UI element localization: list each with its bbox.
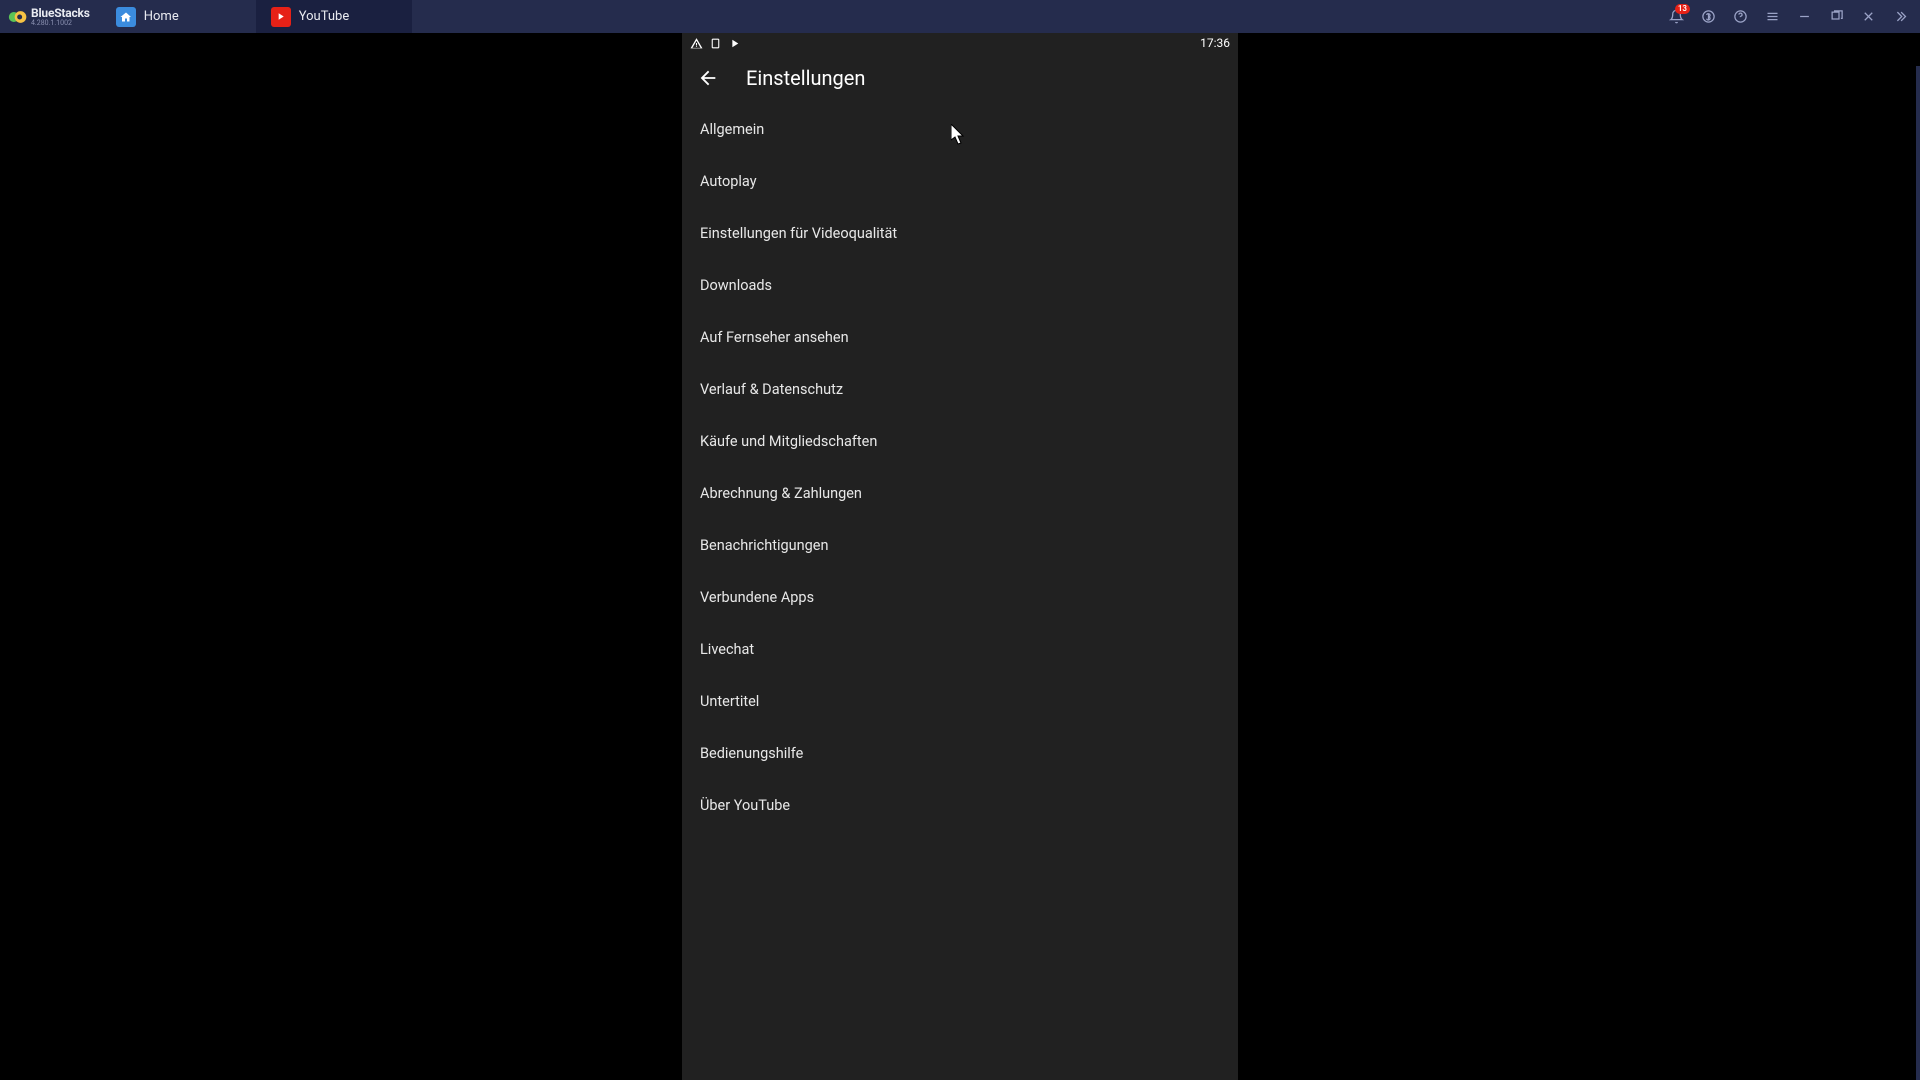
android-viewport: 17:36 Einstellungen Allgemein Autoplay E… (682, 33, 1238, 1080)
arrow-back-icon (697, 67, 719, 89)
titlebar: BlueStacks 4.280.1.1002 Home YouTube (0, 0, 1920, 33)
help-button[interactable] (1724, 1, 1756, 33)
settings-item-livechat[interactable]: Livechat (682, 623, 1238, 675)
storage-icon (709, 37, 722, 50)
status-icons (690, 37, 741, 50)
bluestacks-logo: BlueStacks 4.280.1.1002 (8, 7, 90, 27)
collapsed-sidebar[interactable] (1916, 66, 1920, 1080)
settings-item-downloads[interactable]: Downloads (682, 259, 1238, 311)
settings-list[interactable]: Allgemein Autoplay Einstellungen für Vid… (682, 103, 1238, 1080)
app-header: Einstellungen (682, 53, 1238, 103)
settings-item-history-privacy[interactable]: Verlauf & Datenschutz (682, 363, 1238, 415)
expand-sidebar-button[interactable] (1884, 1, 1916, 33)
maximize-button[interactable] (1820, 1, 1852, 33)
settings-item-notifications[interactable]: Benachrichtigungen (682, 519, 1238, 571)
warning-icon (690, 37, 703, 50)
brand-name: BlueStacks (31, 7, 90, 19)
tab-label: YouTube (299, 9, 350, 24)
settings-item-purchases[interactable]: Käufe und Mitgliedschaften (682, 415, 1238, 467)
settings-item-label: Bedienungshilfe (700, 745, 803, 762)
notifications-button[interactable]: 13 (1660, 1, 1692, 33)
settings-item-label: Einstellungen für Videoqualität (700, 225, 897, 242)
settings-item-label: Untertitel (700, 693, 759, 710)
logo-section: BlueStacks 4.280.1.1002 (0, 0, 98, 33)
minimize-button[interactable] (1788, 1, 1820, 33)
settings-item-label: Downloads (700, 277, 772, 294)
tab-youtube[interactable]: YouTube (257, 0, 412, 33)
close-button[interactable] (1852, 1, 1884, 33)
settings-item-label: Livechat (700, 641, 754, 658)
page-title: Einstellungen (746, 66, 865, 90)
settings-item-label: Verlauf & Datenschutz (700, 381, 843, 398)
tab-label: Home (144, 9, 179, 24)
settings-item-label: Abrechnung & Zahlungen (700, 485, 862, 502)
home-icon (116, 7, 136, 27)
coins-button[interactable] (1692, 1, 1724, 33)
notification-badge: 13 (1675, 4, 1690, 14)
titlebar-left: BlueStacks 4.280.1.1002 Home YouTube (0, 0, 412, 33)
settings-item-label: Autoplay (700, 173, 757, 190)
settings-item-autoplay[interactable]: Autoplay (682, 155, 1238, 207)
settings-item-label: Käufe und Mitgliedschaften (700, 433, 877, 450)
settings-item-billing[interactable]: Abrechnung & Zahlungen (682, 467, 1238, 519)
content-area: 17:36 Einstellungen Allgemein Autoplay E… (0, 33, 1920, 1080)
youtube-icon (271, 7, 291, 27)
titlebar-right: 13 (1660, 0, 1920, 33)
settings-item-label: Über YouTube (700, 797, 790, 814)
settings-item-watch-on-tv[interactable]: Auf Fernseher ansehen (682, 311, 1238, 363)
settings-item-connected-apps[interactable]: Verbundene Apps (682, 571, 1238, 623)
back-button[interactable] (688, 58, 728, 98)
tab-bar: Home YouTube (102, 0, 412, 33)
settings-item-label: Verbundene Apps (700, 589, 814, 606)
menu-button[interactable] (1756, 1, 1788, 33)
android-status-bar: 17:36 (682, 33, 1238, 53)
settings-item-label: Benachrichtigungen (700, 537, 828, 554)
settings-item-general[interactable]: Allgemein (682, 103, 1238, 155)
settings-item-accessibility[interactable]: Bedienungshilfe (682, 727, 1238, 779)
tab-home[interactable]: Home (102, 0, 257, 33)
settings-item-about[interactable]: Über YouTube (682, 779, 1238, 831)
settings-item-label: Allgemein (700, 121, 764, 138)
play-icon (728, 37, 741, 50)
bluestacks-logo-icon (8, 7, 28, 27)
status-time: 17:36 (1200, 36, 1230, 50)
settings-item-label: Auf Fernseher ansehen (700, 329, 849, 346)
settings-item-video-quality[interactable]: Einstellungen für Videoqualität (682, 207, 1238, 259)
settings-item-captions[interactable]: Untertitel (682, 675, 1238, 727)
version-label: 4.280.1.1002 (31, 20, 90, 27)
